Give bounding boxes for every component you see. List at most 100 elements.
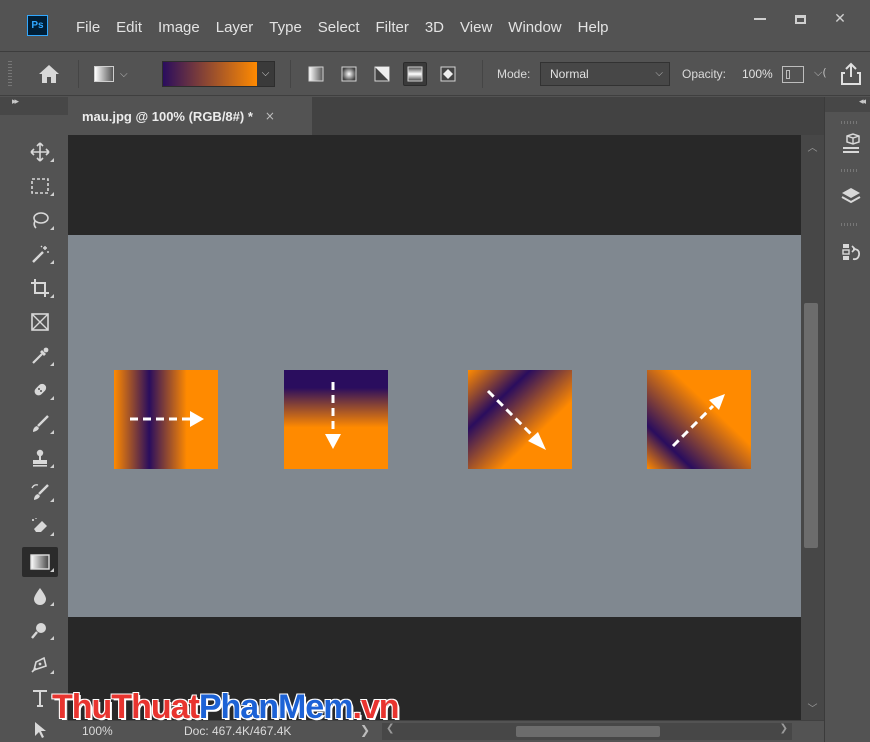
magic-wand-tool[interactable]: [22, 239, 58, 269]
opacity-label: Opacity:: [682, 67, 727, 81]
horizontal-scrollbar[interactable]: ❮ ❯: [382, 723, 792, 740]
menu-window[interactable]: Window: [500, 19, 569, 36]
home-button[interactable]: [36, 63, 62, 85]
gradient-swatch[interactable]: [163, 62, 257, 86]
scroll-up-icon[interactable]: ︿: [801, 139, 824, 155]
menu-type[interactable]: Type: [261, 19, 310, 36]
eyedropper-tool[interactable]: [22, 341, 58, 371]
pen-tool[interactable]: [22, 649, 58, 679]
gradient-icon: [30, 554, 50, 570]
path-selection-icon: [35, 722, 46, 738]
scroll-down-icon[interactable]: ﹀: [801, 700, 824, 716]
angle-gradient-icon: [374, 66, 390, 82]
blur-tool[interactable]: [22, 581, 58, 611]
dock-header[interactable]: ◂◂: [825, 97, 870, 112]
clone-stamp-tool[interactable]: [22, 443, 58, 473]
menu-layer[interactable]: Layer: [208, 19, 262, 36]
menu-filter[interactable]: Filter: [368, 19, 417, 36]
magic-wand-icon: [32, 245, 49, 263]
minimize-button[interactable]: [740, 8, 780, 30]
maximize-button[interactable]: [780, 8, 820, 30]
healing-brush-tool[interactable]: [22, 375, 58, 405]
linear-gradient-button[interactable]: [304, 62, 328, 86]
separator: [482, 60, 483, 88]
share-icon: [841, 62, 861, 85]
gradient-sample-graphic: [468, 370, 572, 469]
dock-gripper[interactable]: [841, 223, 859, 226]
opacity-slider-toggle[interactable]: [782, 66, 804, 83]
crop-tool[interactable]: [22, 273, 58, 303]
gradient-editor[interactable]: ⌵: [162, 61, 275, 87]
opacity-field[interactable]: 100%: [742, 67, 773, 81]
scroll-right-icon[interactable]: ❯: [780, 723, 788, 734]
right-panel-dock: ◂◂: [824, 97, 870, 742]
reflected-gradient-button[interactable]: [403, 62, 427, 86]
close-window-button[interactable]: ✕: [820, 8, 860, 30]
dock-gripper[interactable]: [841, 169, 859, 172]
menu-help[interactable]: Help: [570, 19, 617, 36]
linear-gradient-icon: [308, 66, 324, 82]
brush-tool[interactable]: [22, 409, 58, 439]
submenu-corner-icon: [50, 568, 54, 572]
vertical-scroll-thumb[interactable]: [804, 303, 818, 548]
separator: [78, 60, 79, 88]
expand-icon[interactable]: ▸▸: [12, 97, 19, 107]
submenu-corner-icon: [50, 464, 54, 468]
history-brush-tool[interactable]: [22, 477, 58, 507]
canvas-pasteboard[interactable]: [68, 135, 801, 720]
image-canvas[interactable]: [68, 235, 801, 617]
chevron-down-icon[interactable]: ⌵: [257, 62, 274, 86]
history-brush-icon: [31, 484, 49, 500]
radial-gradient-button[interactable]: [337, 62, 361, 86]
gradient-sample-diagonal-up: [647, 370, 751, 469]
history-panel-button[interactable]: [833, 237, 869, 267]
diamond-gradient-button[interactable]: [436, 62, 460, 86]
menu-3d[interactable]: 3D: [417, 19, 452, 36]
share-button[interactable]: [838, 61, 864, 87]
submenu-corner-icon: [50, 602, 54, 606]
gradient-sample-graphic: [647, 370, 751, 469]
gradient-tool[interactable]: [22, 547, 58, 577]
maximize-icon: [794, 14, 806, 24]
submenu-corner-icon: [50, 636, 54, 640]
slider-handle-icon: [786, 70, 790, 79]
menu-edit[interactable]: Edit: [108, 19, 150, 36]
close-icon: ✕: [834, 11, 846, 27]
tool-preset-picker[interactable]: ⌵: [94, 62, 142, 86]
move-tool[interactable]: [22, 137, 58, 167]
eraser-icon: [32, 518, 47, 532]
options-bar-gripper[interactable]: [8, 61, 12, 87]
document-tab[interactable]: mau.jpg @ 100% (RGB/8#) * ×: [68, 97, 312, 135]
mode-label: Mode:: [497, 67, 531, 81]
submenu-corner-icon: [50, 362, 54, 366]
angle-gradient-button[interactable]: [370, 62, 394, 86]
toolbox-header[interactable]: ▸▸: [0, 97, 68, 115]
gradient-preset-icon: [94, 66, 114, 82]
layers-panel-button[interactable]: [833, 181, 869, 211]
eraser-tool[interactable]: [22, 511, 58, 541]
mode-select[interactable]: Normal ⌵: [540, 62, 670, 86]
frame-tool[interactable]: [22, 307, 58, 337]
dodge-icon: [31, 623, 46, 639]
eyedropper-icon: [32, 347, 49, 364]
collapse-icon[interactable]: ◂◂: [859, 97, 866, 107]
menu-file[interactable]: File: [68, 19, 108, 36]
3d-panel-button[interactable]: [833, 129, 869, 159]
radial-gradient-icon: [341, 66, 357, 82]
vertical-scrollbar[interactable]: ︿ ﹀: [801, 135, 824, 720]
marquee-tool[interactable]: [22, 171, 58, 201]
horizontal-scroll-thumb[interactable]: [516, 726, 660, 737]
chevron-down-icon[interactable]: ⌵(: [814, 66, 827, 80]
gradient-sample-graphic: [284, 370, 388, 469]
submenu-corner-icon: [50, 158, 54, 162]
lasso-tool[interactable]: [22, 205, 58, 235]
menu-image[interactable]: Image: [150, 19, 208, 36]
dodge-tool[interactable]: [22, 615, 58, 645]
submenu-corner-icon: [50, 192, 54, 196]
close-tab-icon[interactable]: ×: [265, 109, 275, 123]
dock-gripper[interactable]: [841, 121, 859, 124]
menu-select[interactable]: Select: [310, 19, 368, 36]
home-icon: [39, 65, 59, 83]
watermark-part-3: .vn: [352, 688, 399, 726]
menu-view[interactable]: View: [452, 19, 500, 36]
